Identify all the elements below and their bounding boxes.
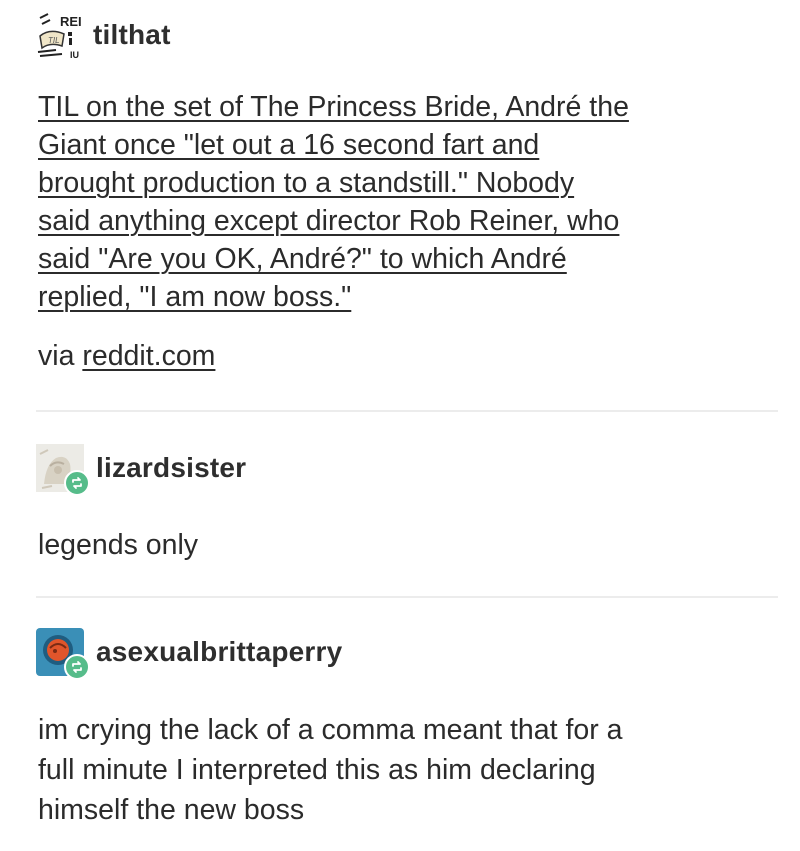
post-body-line[interactable]: said anything except director Rob Reiner… (38, 202, 758, 240)
post-username[interactable]: tilthat (93, 19, 171, 51)
post-body-line[interactable]: replied, "I am now boss." (38, 278, 758, 316)
reblog-arrows-icon (72, 661, 82, 673)
tilthat-avatar-text: REI (60, 14, 82, 29)
tilthat-avatar-graphic: REI TIL IU (36, 10, 86, 60)
comment-text: legends only (38, 529, 199, 561)
reblog-comment: asexualbrittaperry im crying the lack of… (0, 616, 800, 846)
comment-header: lizardsister (36, 444, 246, 496)
lizardsister-avatar-icon[interactable] (36, 444, 90, 496)
post-body-line[interactable]: brought production to a standstill." Nob… (38, 164, 758, 202)
original-post: REI TIL IU tilthat TIL on the set of The… (0, 0, 800, 400)
comment-text-line: im crying the lack of a comma meant that… (38, 714, 623, 746)
svg-text:IU: IU (70, 50, 79, 60)
reblog-comment: lizardsister legends only (0, 430, 800, 590)
post-divider (36, 596, 778, 598)
reblog-icon (64, 654, 90, 680)
tilthat-avatar-icon[interactable]: REI TIL IU (36, 10, 86, 60)
comment-body: im crying the lack of a comma meant that… (38, 710, 758, 830)
post-body-line[interactable]: Giant once "let out a 16 second fart and (38, 126, 758, 164)
post-header: REI TIL IU tilthat (36, 10, 171, 60)
reblog-arrows-icon (72, 477, 82, 489)
via-label: via (38, 340, 75, 372)
comment-text-line: full minute I interpreted this as him de… (38, 754, 596, 786)
post-body: TIL on the set of The Princess Bride, An… (38, 88, 758, 316)
svg-text:TIL: TIL (48, 36, 60, 45)
comment-username[interactable]: asexualbrittaperry (96, 636, 342, 668)
post-body-line[interactable]: TIL on the set of The Princess Bride, An… (38, 88, 758, 126)
source-link[interactable]: reddit.com (82, 340, 215, 372)
post-divider (36, 410, 778, 412)
reblog-icon (64, 470, 90, 496)
comment-body: legends only (38, 526, 758, 564)
post-body-line[interactable]: said "Are you OK, André?" to which André (38, 240, 758, 278)
comment-text-line: himself the new boss (38, 794, 305, 826)
source-attribution: via reddit.com (38, 340, 215, 373)
asexualbrittaperry-avatar-icon[interactable] (36, 628, 90, 680)
comment-username[interactable]: lizardsister (96, 452, 246, 484)
comment-header: asexualbrittaperry (36, 628, 342, 680)
